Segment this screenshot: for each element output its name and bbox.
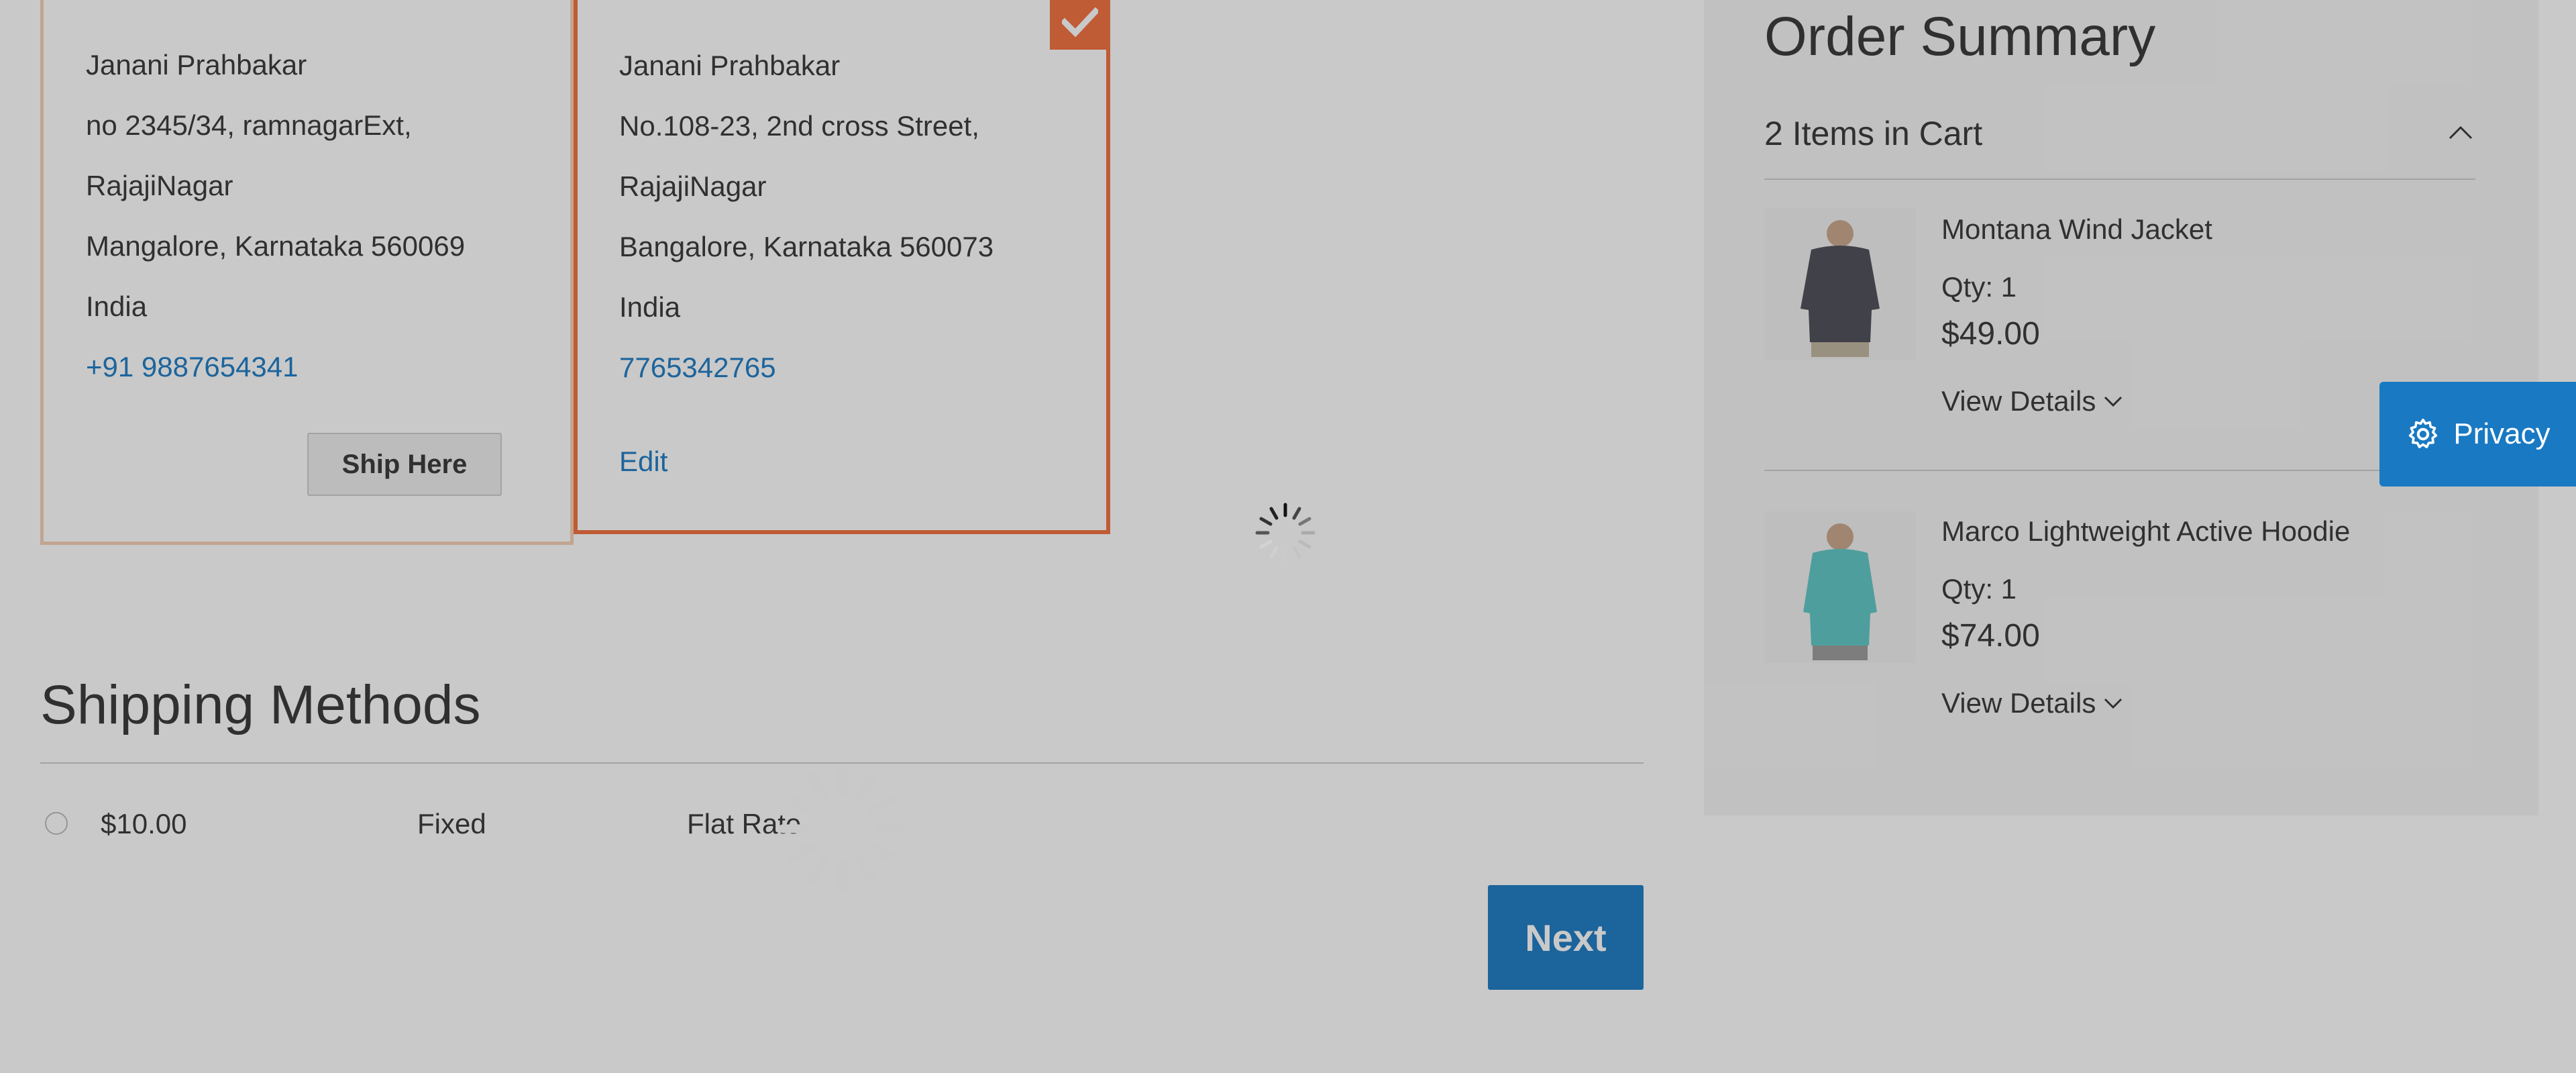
loading-spinner-icon <box>778 765 906 892</box>
loading-spinner-icon <box>1255 503 1316 563</box>
privacy-settings-button[interactable]: Privacy <box>2379 382 2576 487</box>
privacy-label: Privacy <box>2453 417 2551 450</box>
gear-icon <box>2409 418 2438 448</box>
